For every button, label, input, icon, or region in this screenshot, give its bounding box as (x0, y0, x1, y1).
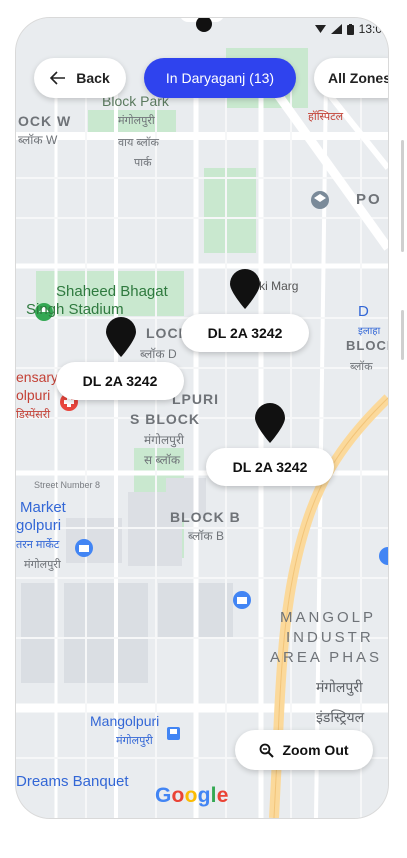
svg-text:मंगोलपुरी: मंगोलपुरी (116, 734, 153, 747)
svg-text:PO: PO (356, 191, 382, 208)
svg-text:ब्लॉक: ब्लॉक (350, 360, 373, 373)
svg-text:AREA PHAS: AREA PHAS (270, 649, 382, 666)
front-camera (196, 18, 212, 32)
svg-text:मंगोलपुरी: मंगोलपुरी (316, 679, 363, 696)
plate-text: DL 2A 3242 (207, 325, 283, 341)
zoom-out-label: Zoom Out (282, 742, 349, 758)
svg-text:Shaheed Bhagat: Shaheed Bhagat (56, 283, 169, 300)
svg-text:D: D (358, 303, 369, 320)
vehicle-marker-pin[interactable] (104, 316, 138, 358)
svg-text:मंगोलपुरी: मंगोलपुरी (144, 433, 185, 448)
svg-text:हॉस्पिटल: हॉस्पिटल (308, 110, 344, 123)
back-button[interactable]: Back (34, 58, 126, 98)
svg-text:OCK W: OCK W (18, 113, 71, 129)
svg-text:INDUSTR: INDUSTR (286, 629, 374, 646)
svg-text:तरन मार्केट: तरन मार्केट (16, 538, 60, 551)
side-edge-hint (401, 140, 404, 252)
status-time: 13:0 (358, 22, 382, 36)
side-edge-hint (401, 310, 404, 360)
google-logo: Google (155, 784, 229, 807)
svg-text:ब्लॉक D: ब्लॉक D (140, 347, 177, 361)
status-icons: 13:0 (314, 22, 382, 36)
arrow-left-icon (50, 71, 66, 85)
vehicle-plate-label[interactable]: DL 2A 3242 (206, 448, 334, 486)
svg-text:Street Number 8: Street Number 8 (34, 480, 100, 490)
svg-text:स ब्लॉक: स ब्लॉक (144, 453, 181, 467)
svg-text:मंगोलपुरी: मंगोलपुरी (118, 114, 155, 127)
svg-text:olpuri: olpuri (16, 387, 50, 403)
vehicle-marker-pin[interactable] (253, 402, 287, 444)
signal-icon (330, 24, 342, 34)
svg-text:पार्क: पार्क (134, 156, 152, 169)
zone-filter-label: In Daryaganj (13) (165, 70, 275, 86)
park-area (204, 168, 256, 253)
svg-text:Market: Market (20, 499, 67, 516)
all-zones-button[interactable]: All Zones (314, 58, 388, 98)
svg-text:Mangolpuri: Mangolpuri (90, 713, 159, 729)
vehicle-plate-label[interactable]: DL 2A 3242 (181, 314, 309, 352)
svg-text:BLOCK B: BLOCK B (170, 509, 241, 525)
svg-text:Dreams Banquet: Dreams Banquet (16, 773, 129, 790)
svg-text:S BLOCK: S BLOCK (130, 411, 200, 427)
svg-text:डिस्पेंसरी: डिस्पेंसरी (16, 408, 50, 421)
vehicle-plate-label[interactable]: DL 2A 3242 (56, 362, 184, 400)
search-icon (260, 743, 275, 758)
svg-text:MANGOLP: MANGOLP (280, 609, 376, 626)
svg-text:ensary,: ensary, (16, 369, 61, 385)
svg-text:ब्लॉक W: ब्लॉक W (18, 133, 58, 147)
battery-icon (346, 23, 354, 35)
back-button-label: Back (76, 70, 110, 86)
shopping-icon (75, 539, 93, 557)
svg-text:BLOCK: BLOCK (346, 338, 388, 353)
plate-text: DL 2A 3242 (232, 459, 308, 475)
svg-text:वाय ब्लॉक: वाय ब्लॉक (118, 136, 160, 149)
phone-frame: Block Park OCK W ब्लॉक W मंगोलपुरी वाय ब… (16, 18, 388, 818)
svg-text:ब्लॉक B: ब्लॉक B (188, 529, 224, 543)
svg-text:golpuri: golpuri (16, 517, 61, 534)
bus-icon (167, 727, 180, 740)
map-canvas[interactable]: Block Park OCK W ब्लॉक W मंगोलपुरी वाय ब… (16, 18, 388, 818)
svg-text:इंडस्ट्रियल: इंडस्ट्रियल (316, 709, 365, 725)
zone-filter-button[interactable]: In Daryaganj (13) (144, 58, 296, 98)
status-bar: 13:0 (16, 18, 388, 44)
plate-text: DL 2A 3242 (82, 373, 158, 389)
svg-text:इलाहा: इलाहा (358, 326, 381, 337)
all-zones-label: All Zones (328, 70, 388, 86)
zoom-out-button[interactable]: Zoom Out (235, 730, 373, 770)
wifi-icon (314, 25, 326, 33)
school-icon (311, 191, 329, 209)
svg-text:मंगोलपुरी: मंगोलपुरी (24, 558, 61, 571)
vehicle-marker-pin[interactable] (228, 268, 262, 310)
shopping-icon (233, 591, 251, 609)
